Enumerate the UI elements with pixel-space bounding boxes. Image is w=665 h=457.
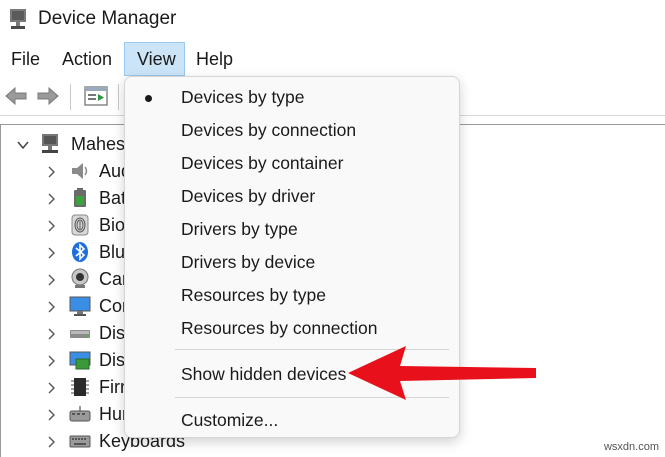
menu-item-label: Customize... (181, 410, 279, 430)
menu-item-label: Resources by type (181, 285, 326, 305)
menu-item-label: Devices by type (181, 87, 305, 107)
tree-node-label: Blu (99, 242, 126, 262)
disk-drive-icon (70, 330, 90, 338)
chevron-right-icon[interactable] (45, 247, 57, 259)
menu-view[interactable]: View (124, 42, 185, 76)
chevron-right-icon[interactable] (45, 409, 57, 421)
menu-item-devices-by-container[interactable]: Devices by container (125, 147, 459, 180)
menu-item-devices-by-driver[interactable]: Devices by driver (125, 180, 459, 213)
chevron-right-icon[interactable] (45, 355, 57, 367)
menu-item-label: Drivers by type (181, 219, 298, 239)
menu-item-label: Devices by connection (181, 120, 357, 140)
display-adapter-icon (69, 351, 91, 370)
tree-node-label: Bat (99, 188, 127, 208)
chevron-right-icon[interactable] (45, 274, 57, 286)
tree-node-label: Bio (99, 215, 126, 235)
chevron-down-icon[interactable] (17, 139, 29, 151)
menu-item-devices-by-type[interactable]: Devices by type (125, 81, 459, 114)
toolbar-separator (70, 84, 71, 110)
tree-node-label: Dis (99, 323, 125, 343)
window-title: Device Manager (38, 8, 177, 29)
menu-item-drivers-by-device[interactable]: Drivers by device (125, 246, 459, 279)
webcam-icon (71, 268, 89, 288)
menu-file[interactable]: File (5, 42, 46, 76)
chevron-right-icon[interactable] (45, 328, 57, 340)
menu-item-resources-by-type[interactable]: Resources by type (125, 279, 459, 312)
device-manager-icon (10, 9, 26, 29)
red-arrow-annotation (348, 346, 536, 400)
chevron-right-icon[interactable] (45, 382, 57, 394)
tree-node-label: Firr (99, 377, 126, 397)
keyboard-icon (69, 435, 91, 448)
chevron-right-icon[interactable] (45, 166, 57, 178)
menu-item-label: Devices by driver (181, 186, 316, 206)
toolbar-separator (118, 84, 119, 110)
tree-root-label: Mahes (71, 134, 126, 154)
chevron-right-icon[interactable] (45, 436, 57, 448)
monitor-icon (69, 296, 91, 316)
menu-item-label: Show hidden devices (181, 364, 347, 384)
forward-arrow-icon[interactable] (35, 84, 61, 108)
checked-bullet-icon (145, 95, 152, 102)
tree-node-label: Dis (99, 350, 125, 370)
menu-help[interactable]: Help (190, 42, 239, 76)
menu-item-resources-by-connection[interactable]: Resources by connection (125, 312, 459, 345)
speaker-icon (72, 163, 88, 179)
battery-icon (74, 188, 86, 207)
menu-item-label: Drivers by device (181, 252, 316, 272)
firmware-chip-icon (71, 378, 89, 396)
chevron-right-icon[interactable] (45, 193, 57, 205)
bluetooth-icon (72, 242, 88, 262)
fingerprint-icon (71, 214, 89, 236)
computer-icon (42, 134, 58, 153)
chevron-right-icon[interactable] (45, 220, 57, 232)
menu-item-label: Resources by connection (181, 318, 378, 338)
properties-icon[interactable] (83, 84, 109, 108)
chevron-right-icon[interactable] (45, 301, 57, 313)
hid-icon (69, 406, 91, 422)
menu-item-drivers-by-type[interactable]: Drivers by type (125, 213, 459, 246)
watermark: wsxdn.com (603, 441, 659, 453)
back-arrow-icon[interactable] (3, 84, 29, 108)
menu-action[interactable]: Action (56, 42, 118, 76)
menu-bar: File Action View Help (0, 42, 665, 76)
menu-item-customize[interactable]: Customize... (125, 404, 459, 437)
menu-item-devices-by-connection[interactable]: Devices by connection (125, 114, 459, 147)
title-bar: Device Manager (0, 0, 665, 40)
menu-item-label: Devices by container (181, 153, 344, 173)
